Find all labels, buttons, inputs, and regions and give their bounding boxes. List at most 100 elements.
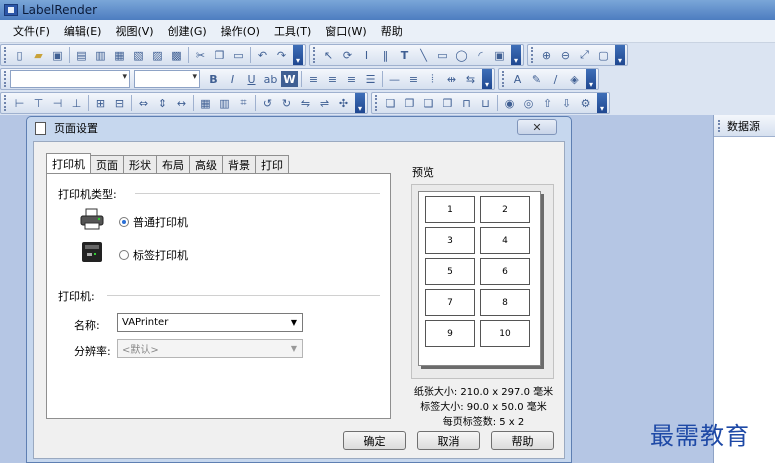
ungroup-icon[interactable]: ▥ (216, 95, 233, 111)
chevron-down-icon[interactable]: ▼ (288, 316, 300, 329)
group-icon[interactable]: ▦ (197, 95, 214, 111)
align-objects-bottom-icon[interactable]: ⊥ (68, 95, 85, 111)
toolbar-grip[interactable] (313, 47, 316, 63)
toolbar-options-icon[interactable]: ▾ (597, 93, 607, 113)
toolbar-options-icon[interactable]: ▾ (511, 45, 521, 65)
hide-icon[interactable]: ◎ (520, 95, 537, 111)
show-icon[interactable]: ◉ (501, 95, 518, 111)
direction-icon[interactable]: ⇆ (462, 71, 479, 87)
toolbar-options-icon[interactable]: ▾ (355, 93, 365, 113)
cursor-text-icon[interactable]: I (358, 47, 375, 63)
tab-shape[interactable]: 形状 (123, 155, 157, 173)
align-objects-right-icon[interactable]: ⊣ (49, 95, 66, 111)
flip-h-icon[interactable]: ⇋ (297, 95, 314, 111)
fit-page-icon[interactable]: ⤢ (576, 47, 593, 63)
strikethrough-icon[interactable]: ab (262, 71, 279, 87)
move-up-icon[interactable]: ⇧ (539, 95, 556, 111)
menu-file[interactable]: 文件(F) (6, 21, 57, 41)
printer-icon[interactable]: ▩ (168, 47, 185, 63)
same-width-icon[interactable]: ↔ (173, 95, 190, 111)
toolbar-grip[interactable] (375, 95, 378, 111)
toolbar-grip[interactable] (4, 47, 7, 63)
highlight-color-icon[interactable]: ✎ (528, 71, 545, 87)
align-center-icon[interactable]: ≡ (324, 71, 341, 87)
move-down-icon[interactable]: ⇩ (558, 95, 575, 111)
image-tool-icon[interactable]: ▣ (491, 47, 508, 63)
rotate-left-icon[interactable]: ↺ (259, 95, 276, 111)
page-icon[interactable]: ▤ (73, 47, 90, 63)
menu-operation[interactable]: 操作(O) (214, 21, 267, 41)
align-left-icon[interactable]: ≡ (305, 71, 322, 87)
tab-page[interactable]: 页面 (90, 155, 124, 173)
bring-front-icon[interactable]: ❏ (382, 95, 399, 111)
underline-button[interactable]: U (243, 71, 260, 87)
panel-grip[interactable] (718, 119, 721, 132)
rectangle-tool-icon[interactable]: ▭ (434, 47, 451, 63)
table-icon[interactable]: ⊟ (111, 95, 128, 111)
new-file-icon[interactable]: ▯ (11, 47, 28, 63)
grid-icon[interactable]: ⊞ (92, 95, 109, 111)
line-color-icon[interactable]: ∕ (547, 71, 564, 87)
actual-size-icon[interactable]: ▢ (595, 47, 612, 63)
italic-button[interactable]: I (224, 71, 241, 87)
align-top-icon[interactable]: — (386, 71, 403, 87)
menu-edit[interactable]: 编辑(E) (57, 21, 109, 41)
undo-icon[interactable]: ↶ (254, 47, 271, 63)
printer-name-select[interactable]: VAPrinter ▼ (117, 313, 303, 332)
menu-view[interactable]: 视图(V) (108, 21, 160, 41)
line-tool-icon[interactable]: ╲ (415, 47, 432, 63)
radio-normal-dot[interactable] (119, 217, 129, 227)
rotate-icon[interactable]: ⟳ (339, 47, 356, 63)
menu-create[interactable]: 创建(G) (161, 21, 214, 41)
paste-icon[interactable]: ▭ (230, 47, 247, 63)
barcode-icon[interactable]: ‖ (377, 47, 394, 63)
toolbar-options-icon[interactable]: ▾ (293, 45, 303, 65)
menu-tools[interactable]: 工具(T) (267, 21, 318, 41)
bring-forward-icon[interactable]: ❑ (420, 95, 437, 111)
dialog-title-bar[interactable]: 页面设置 ✕ (27, 117, 571, 139)
font-size-select[interactable] (134, 70, 200, 88)
menu-help[interactable]: 帮助 (374, 21, 410, 41)
pointer-icon[interactable]: ↖ (320, 47, 337, 63)
font-color-icon[interactable]: A (509, 71, 526, 87)
snap-icon[interactable]: ⌗ (235, 95, 252, 111)
help-button[interactable]: 帮助 (491, 431, 554, 450)
rotate-right-icon[interactable]: ↻ (278, 95, 295, 111)
print-icon[interactable]: ▨ (149, 47, 166, 63)
preview-icon[interactable]: ▦ (111, 47, 128, 63)
text-tool-icon[interactable]: T (396, 47, 413, 63)
toolbar-grip[interactable] (4, 71, 7, 87)
save-icon[interactable]: ▣ (49, 47, 66, 63)
align-bottom-icon[interactable]: ⦙ (424, 71, 441, 87)
align-objects-left-icon[interactable]: ⊢ (11, 95, 28, 111)
spacing-icon[interactable]: ⇹ (443, 71, 460, 87)
print-preview-icon[interactable]: ▧ (130, 47, 147, 63)
font-name-select[interactable] (10, 70, 130, 88)
toolbar-grip[interactable] (502, 71, 505, 87)
dialog-close-button[interactable]: ✕ (517, 119, 557, 135)
cancel-button[interactable]: 取消 (417, 431, 480, 450)
zoom-out-icon[interactable]: ⊖ (557, 47, 574, 63)
radio-normal-printer[interactable]: 普通打印机 (119, 214, 188, 230)
justify-icon[interactable]: ☰ (362, 71, 379, 87)
tab-layout[interactable]: 布局 (156, 155, 190, 173)
open-folder-icon[interactable]: ▰ (30, 47, 47, 63)
radio-label-printer[interactable]: 标签打印机 (119, 247, 188, 263)
word-wrap-icon[interactable]: W (281, 71, 298, 87)
align-objects-top-icon[interactable]: ⊤ (30, 95, 47, 111)
redo-icon[interactable]: ↷ (273, 47, 290, 63)
toolbar-options-icon[interactable]: ▾ (482, 69, 492, 89)
radio-label-dot[interactable] (119, 250, 129, 260)
tab-advanced[interactable]: 高级 (189, 155, 223, 173)
send-backward-icon[interactable]: ❒ (439, 95, 456, 111)
send-back-icon[interactable]: ❐ (401, 95, 418, 111)
chevron-down-icon[interactable]: ▼ (288, 342, 300, 355)
center-icon[interactable]: ✣ (335, 95, 352, 111)
toolbar-options-icon[interactable]: ▾ (615, 45, 625, 65)
toolbar-grip[interactable] (4, 95, 7, 111)
ellipse-tool-icon[interactable]: ◯ (453, 47, 470, 63)
resolution-select[interactable]: <默认> ▼ (117, 339, 303, 358)
tab-print[interactable]: 打印 (255, 155, 289, 173)
toolbar-options-icon[interactable]: ▾ (586, 69, 596, 89)
properties-icon[interactable]: ⚙ (577, 95, 594, 111)
